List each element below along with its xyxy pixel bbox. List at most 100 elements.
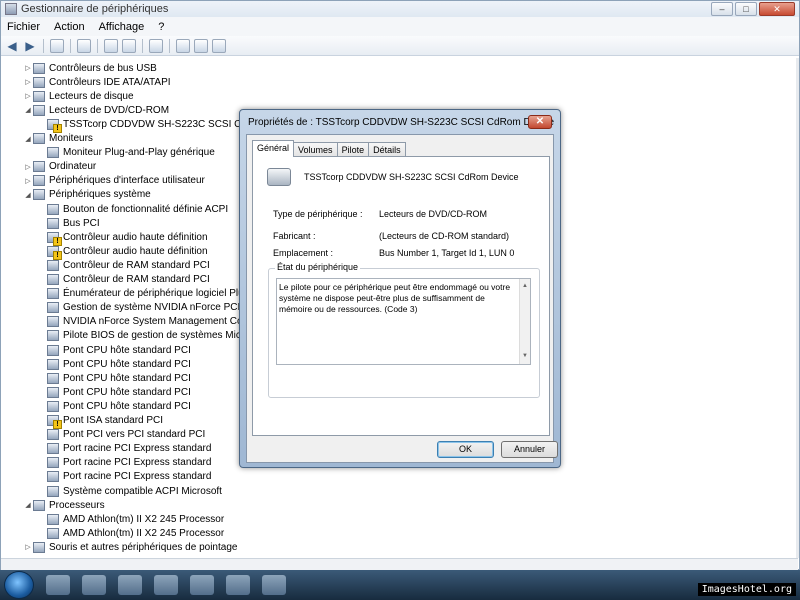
disable-device-icon[interactable] bbox=[212, 38, 226, 53]
help-icon[interactable] bbox=[104, 38, 118, 53]
expand-arrow-icon[interactable]: ▷ bbox=[23, 92, 33, 100]
maximize-button[interactable]: □ bbox=[735, 2, 757, 16]
device-icon bbox=[33, 104, 45, 116]
tree-device[interactable]: Pilote BIOS de gestion de systèmes Micro… bbox=[37, 329, 255, 343]
tree-device[interactable]: NVIDIA nForce System Management Cont bbox=[37, 315, 251, 329]
tree-item-label: Lecteurs de disque bbox=[49, 90, 134, 102]
scroll-up-icon[interactable]: ▲ bbox=[520, 281, 530, 292]
tree-scrollbar[interactable] bbox=[796, 58, 799, 558]
menu-action[interactable]: Action bbox=[54, 21, 85, 33]
tree-category[interactable]: ▷ Contrôleurs de bus USB bbox=[23, 61, 157, 75]
menu-fichier[interactable]: Fichier bbox=[7, 21, 40, 33]
device-type-label: Type de périphérique : bbox=[273, 209, 363, 219]
expand-arrow-icon[interactable]: ◢ bbox=[23, 106, 33, 114]
expand-arrow-icon[interactable]: ▷ bbox=[23, 64, 33, 72]
tree-category[interactable]: ▷ Lecteurs de disque bbox=[23, 89, 134, 103]
console-tree-icon[interactable] bbox=[50, 38, 64, 53]
expand-arrow-icon[interactable]: ▷ bbox=[23, 163, 33, 171]
tree-device[interactable]: Énumérateur de périphérique logiciel Plu… bbox=[37, 287, 249, 301]
dialog-close-button[interactable]: ✕ bbox=[528, 115, 552, 129]
forward-arrow-icon[interactable]: ▶ bbox=[23, 39, 37, 53]
expand-arrow-icon[interactable]: ◢ bbox=[23, 135, 33, 143]
tree-device[interactable]: Port racine PCI Express standard bbox=[37, 456, 211, 470]
tree-device[interactable]: AMD Athlon(tm) II X2 245 Processor bbox=[37, 512, 224, 526]
ok-button[interactable]: OK bbox=[437, 441, 494, 458]
tab-pilote[interactable]: Pilote bbox=[336, 142, 370, 157]
expand-arrow-icon[interactable]: ▷ bbox=[23, 78, 33, 86]
tree-device[interactable]: Contrôleur audio haute définition bbox=[37, 244, 208, 260]
tree-device[interactable]: Gestion de système NVIDIA nForce PCI bbox=[37, 301, 240, 315]
tree-device[interactable]: Pont CPU hôte standard PCI bbox=[37, 385, 191, 399]
tree-category[interactable]: ▷ Ordinateur bbox=[23, 160, 96, 174]
tree-item-label: Pont PCI vers PCI standard PCI bbox=[63, 429, 206, 441]
tree-device[interactable]: Port racine PCI Express standard bbox=[37, 442, 211, 456]
tree-device[interactable]: AMD Athlon(tm) II X2 245 Processor bbox=[37, 526, 224, 540]
tab-details[interactable]: Détails bbox=[368, 142, 406, 157]
scroll-down-icon[interactable]: ▼ bbox=[520, 351, 530, 362]
device-icon bbox=[47, 429, 59, 441]
menu-affichage[interactable]: Affichage bbox=[99, 21, 145, 33]
tree-device[interactable]: Pont CPU hôte standard PCI bbox=[37, 399, 191, 413]
dialog-title-bar: Propriétés de : TSSTcorp CDDVDW SH-S223C… bbox=[240, 110, 560, 134]
tree-device[interactable]: Système compatible ACPI Microsoft bbox=[37, 484, 222, 498]
tree-category[interactable]: ▷ Souris et autres périphériques de point… bbox=[23, 540, 237, 554]
tree-item-label: Contrôleur audio haute définition bbox=[63, 245, 208, 257]
location-value: Bus Number 1, Target Id 1, LUN 0 bbox=[379, 248, 515, 258]
dialog-tabs: Général Volumes Pilote Détails bbox=[252, 140, 406, 157]
expand-arrow-icon[interactable]: ◢ bbox=[23, 191, 33, 199]
back-arrow-icon[interactable]: ◀ bbox=[5, 39, 19, 53]
properties-icon[interactable] bbox=[77, 38, 91, 53]
tree-device[interactable]: Pont PCI vers PCI standard PCI bbox=[37, 428, 205, 442]
expand-arrow-icon[interactable]: ◢ bbox=[23, 501, 33, 509]
taskbar-app-ie[interactable] bbox=[46, 575, 70, 595]
device-name: TSSTcorp CDDVDW SH-S223C SCSI CdRom Devi… bbox=[304, 172, 519, 182]
scan-hardware-icon[interactable] bbox=[149, 38, 163, 53]
taskbar-app-device-manager[interactable] bbox=[190, 575, 214, 595]
tree-device[interactable]: Moniteur Plug-and-Play générique bbox=[37, 146, 215, 160]
close-button[interactable]: ✕ bbox=[759, 2, 795, 16]
device-status-label: État du périphérique bbox=[275, 262, 361, 272]
device-status-textbox[interactable]: Le pilote pour ce périphérique peut être… bbox=[276, 278, 531, 365]
tree-device[interactable]: Pont CPU hôte standard PCI bbox=[37, 357, 191, 371]
tree-item-label: Port racine PCI Express standard bbox=[63, 443, 212, 455]
start-button[interactable] bbox=[4, 571, 34, 599]
toolbar-separator bbox=[70, 38, 71, 53]
tab-general[interactable]: Général bbox=[252, 140, 295, 157]
tree-device[interactable]: Pont CPU hôte standard PCI bbox=[37, 343, 191, 357]
tree-device[interactable]: Pont ISA standard PCI bbox=[37, 414, 163, 429]
cancel-button[interactable]: Annuler bbox=[501, 441, 558, 458]
tree-category[interactable]: ◢ Moniteurs bbox=[23, 132, 93, 146]
uninstall-icon[interactable] bbox=[194, 38, 208, 53]
tab-volumes[interactable]: Volumes bbox=[293, 142, 338, 157]
tree-device[interactable]: Port racine PCI Express standard bbox=[37, 470, 211, 484]
expand-arrow-icon[interactable]: ▷ bbox=[23, 177, 33, 185]
watermark: ImagesHotel.org bbox=[697, 583, 796, 596]
taskbar-app-media[interactable] bbox=[118, 575, 142, 595]
tree-item-label: Bouton de fonctionnalité définie ACPI bbox=[63, 203, 229, 215]
tree-device[interactable]: Contrôleur de RAM standard PCI bbox=[37, 258, 210, 272]
expand-arrow-icon[interactable]: ▷ bbox=[23, 543, 33, 551]
taskbar-app-folder[interactable] bbox=[226, 575, 250, 595]
tree-category[interactable]: ◢ Lecteurs de DVD/CD-ROM bbox=[23, 103, 169, 117]
tree-device[interactable]: Contrôleur de RAM standard PCI bbox=[37, 273, 210, 287]
tree-category[interactable]: ◢ Périphériques système bbox=[23, 188, 151, 202]
taskbar-app-explorer[interactable] bbox=[82, 575, 106, 595]
taskbar-app-firefox[interactable] bbox=[154, 575, 178, 595]
minimize-button[interactable]: – bbox=[711, 2, 733, 16]
details-view-icon[interactable] bbox=[122, 38, 136, 53]
menu-help[interactable]: ? bbox=[158, 21, 164, 33]
tree-category[interactable]: ▷ Contrôleurs IDE ATA/ATAPI bbox=[23, 75, 171, 89]
tree-device[interactable]: Contrôleur audio haute définition bbox=[37, 230, 208, 246]
device-icon bbox=[47, 259, 59, 271]
toolbar-separator bbox=[43, 38, 44, 53]
status-scrollbar[interactable]: ▲ ▼ bbox=[519, 279, 530, 364]
tree-category[interactable]: ▷ Périphériques d'interface utilisateur bbox=[23, 174, 205, 188]
device-icon bbox=[47, 358, 59, 370]
tree-device[interactable]: Bouton de fonctionnalité définie ACPI bbox=[37, 202, 228, 216]
tree-category[interactable]: ◢ Processeurs bbox=[23, 498, 105, 512]
tree-device[interactable]: Bus PCI bbox=[37, 216, 100, 230]
tree-device[interactable]: Pont CPU hôte standard PCI bbox=[37, 371, 191, 385]
taskbar-app-word[interactable] bbox=[262, 575, 286, 595]
tree-item-label: Port racine PCI Express standard bbox=[63, 457, 212, 469]
update-driver-icon[interactable] bbox=[176, 38, 190, 53]
